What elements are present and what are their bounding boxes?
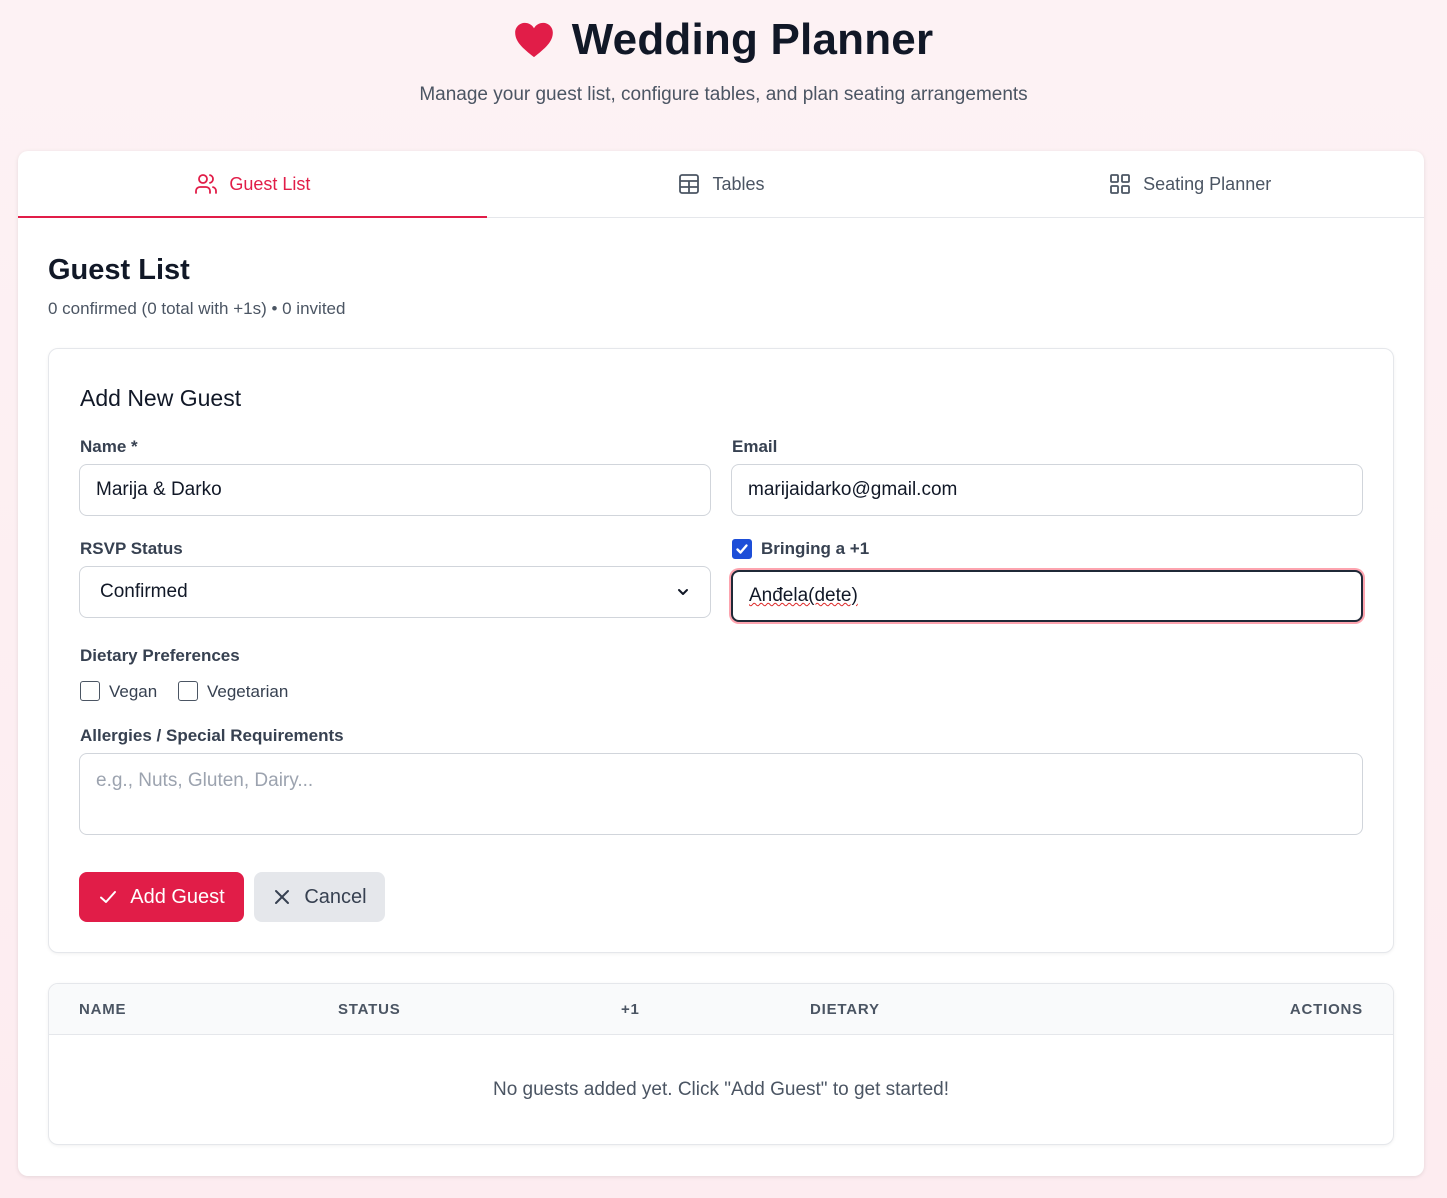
cancel-label: Cancel — [304, 885, 367, 908]
add-guest-form: Add New Guest Name * Email RSVP Status C… — [48, 348, 1394, 953]
chevron-down-icon — [678, 589, 688, 595]
tab-label: Tables — [712, 173, 765, 194]
column-header-actions: ACTIONS — [1289, 1001, 1363, 1018]
plus-one-name-value: Anđela(dete) — [749, 585, 858, 606]
vegetarian-checkbox[interactable] — [178, 681, 198, 701]
guest-list-section: Guest List 0 confirmed (0 total with +1s… — [18, 254, 1424, 319]
tab-tables[interactable]: Tables — [487, 151, 956, 217]
plus-one-checkbox[interactable] — [732, 539, 752, 559]
name-input[interactable] — [79, 464, 711, 516]
allergies-placeholder: e.g., Nuts, Gluten, Dairy... — [96, 770, 314, 791]
allergies-label: Allergies / Special Requirements — [80, 726, 344, 745]
app-subtitle: Manage your guest list, configure tables… — [419, 84, 1028, 105]
check-icon — [100, 891, 117, 903]
table-header: NAME STATUS +1 DIETARY ACTIONS — [49, 984, 1393, 1035]
column-header-name: NAME — [79, 1001, 127, 1018]
tab-guest-list[interactable]: Guest List — [18, 151, 487, 218]
checkmark-icon — [736, 544, 748, 554]
rsvp-label: RSVP Status — [80, 539, 183, 558]
tab-label: Seating Planner — [1143, 173, 1272, 194]
main-card: Guest List Tables Seating Planner Guest … — [18, 151, 1424, 1176]
heart-icon — [514, 22, 553, 58]
column-header-plus-one: +1 — [621, 1001, 640, 1018]
tab-bar: Guest List Tables Seating Planner — [18, 151, 1424, 218]
plus-one-label: Bringing a +1 — [761, 539, 870, 558]
rsvp-select[interactable]: Confirmed — [79, 566, 711, 618]
vegetarian-label: Vegetarian — [207, 682, 289, 701]
page-header: Wedding Planner Manage your guest list, … — [0, 0, 1447, 106]
allergies-textarea[interactable]: e.g., Nuts, Gluten, Dairy... — [79, 753, 1363, 835]
dietary-label: Dietary Preferences — [80, 646, 240, 665]
plus-one-name-input[interactable]: Anđela(dete) — [731, 570, 1363, 622]
app-title: Wedding Planner — [571, 15, 934, 64]
vegan-label: Vegan — [109, 682, 158, 701]
guest-table: NAME STATUS +1 DIETARY ACTIONS No guests… — [48, 983, 1394, 1145]
close-icon — [275, 890, 290, 904]
users-icon — [195, 174, 218, 194]
empty-state-message: No guests added yet. Click "Add Guest" t… — [492, 1079, 949, 1100]
email-label: Email — [732, 437, 778, 456]
tab-seating-planner[interactable]: Seating Planner — [955, 151, 1424, 217]
tab-label: Guest List — [229, 173, 311, 194]
add-guest-label: Add Guest — [130, 885, 225, 908]
vegan-checkbox[interactable] — [80, 681, 100, 701]
column-header-status: STATUS — [338, 1001, 401, 1018]
add-guest-button[interactable]: Add Guest — [79, 872, 244, 922]
section-title: Guest List — [48, 254, 190, 286]
guest-stats: 0 confirmed (0 total with +1s) • 0 invit… — [48, 299, 346, 318]
column-header-dietary: DIETARY — [810, 1001, 880, 1018]
email-input[interactable] — [731, 464, 1363, 516]
title-row: Wedding Planner — [0, 12, 1447, 68]
rsvp-selected-value: Confirmed — [100, 581, 188, 602]
table-icon — [679, 174, 700, 194]
grid-icon — [1110, 174, 1131, 194]
form-title: Add New Guest — [80, 385, 242, 411]
cancel-button[interactable]: Cancel — [254, 872, 385, 922]
name-label: Name * — [80, 437, 138, 456]
